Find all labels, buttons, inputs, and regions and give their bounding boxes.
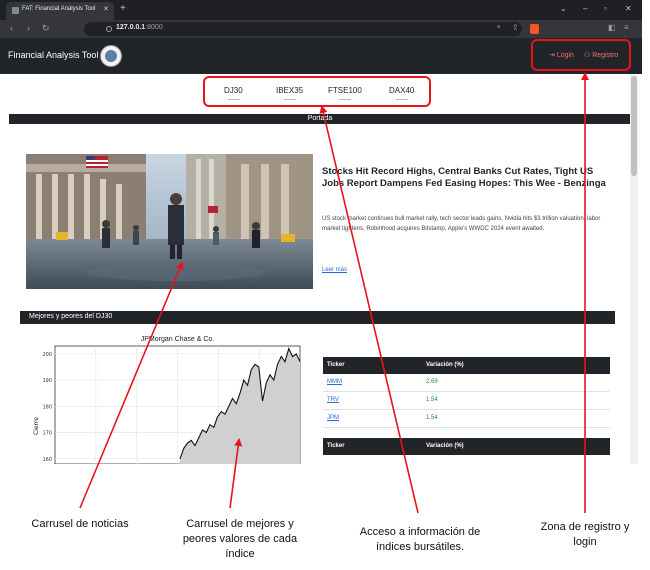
caption-movers: Carrusel de mejores y peores valores de … — [160, 517, 320, 562]
caption-news: Carrusel de noticias — [10, 517, 150, 532]
caption-auth-line-2: login — [573, 536, 597, 548]
arrow-movers — [229, 438, 243, 509]
annotation-arrows — [79, 72, 589, 514]
caption-auth-line-1: Zona de registro y — [540, 521, 630, 533]
arrow-news — [79, 261, 184, 509]
caption-indices-line-2: índices bursátiles. — [375, 541, 465, 553]
annotated-screenshot: FAT: Financial Analysis Tool ✕ + ⌄ – ▫ ✕… — [0, 0, 650, 570]
caption-news-text: Carrusel de noticias — [31, 518, 129, 530]
arrow-indices — [319, 105, 419, 514]
caption-movers-line-3: índice — [225, 548, 255, 560]
caption-indices-line-1: Acceso a información de — [359, 526, 481, 538]
caption-auth: Zona de registro y login — [520, 520, 650, 550]
caption-indices: Acceso a información de índices bursátil… — [335, 525, 505, 555]
caption-movers-line-2: peores valores de cada — [182, 533, 298, 545]
caption-movers-line-1: Carrusel de mejores y — [186, 518, 294, 530]
